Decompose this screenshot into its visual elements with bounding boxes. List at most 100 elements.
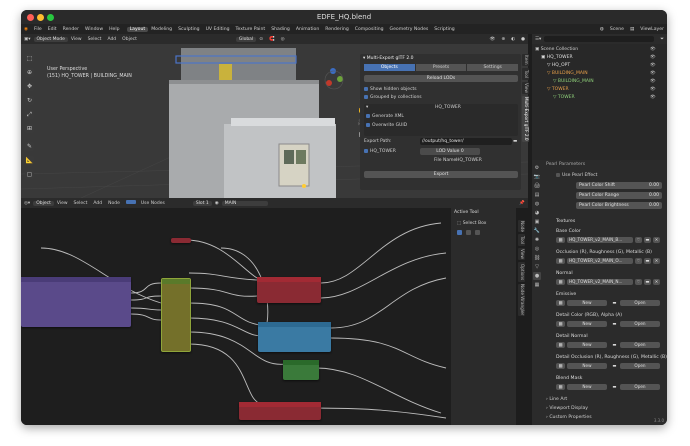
workspace-tab-sculpting[interactable]: Sculpting (175, 27, 202, 32)
outliner-item[interactable]: ▣ HQ_TOWER (541, 54, 573, 61)
measure-tool-icon[interactable]: 📐 (25, 156, 34, 165)
reload-lods-button[interactable]: Reload LODs (364, 75, 518, 82)
node-tab-tool[interactable]: Tool (518, 234, 525, 246)
outliner-item[interactable]: ▽ TOWER (547, 86, 569, 93)
new-texture-button[interactable]: New (567, 321, 607, 327)
grouped-checkbox[interactable]: Grouped by collections (364, 94, 422, 101)
visibility-icon[interactable]: 👁 (487, 37, 499, 42)
fake-user-icon[interactable]: ♡ (635, 279, 642, 285)
overlays-icon[interactable]: ◐ (508, 37, 518, 42)
select-subtract-icon[interactable] (475, 230, 480, 235)
transform-orientation-dropdown[interactable]: Global (235, 36, 257, 42)
new-texture-button[interactable]: New (567, 384, 607, 390)
props-tab-world-icon[interactable]: ◕ (533, 209, 541, 217)
snap-icon[interactable]: 🧲 (266, 37, 278, 42)
workspace-tab-rendering[interactable]: Rendering (322, 27, 351, 32)
texture-name-field[interactable]: HQ_TOWER_v2_MAIN_O... (567, 258, 633, 264)
props-tab-view-layer-icon[interactable]: ▤ (533, 191, 541, 199)
workspace-tab-layout[interactable]: Layout (126, 26, 149, 32)
viewport-menu-select[interactable]: Select (85, 37, 105, 42)
workspace-tab-modeling[interactable]: Modeling (148, 27, 175, 32)
visibility-eye-icon[interactable]: 👁 (650, 70, 656, 77)
lod-value-field[interactable]: LOD Value 0 (420, 148, 480, 155)
visibility-eye-icon[interactable]: 👁 (650, 46, 656, 53)
select-box-tool[interactable]: ⬚ Select Box (457, 220, 486, 227)
slot-dropdown[interactable]: Slot 1 (192, 200, 212, 206)
workspace-tab-compositing[interactable]: Compositing (352, 27, 387, 32)
node-editor-canvas[interactable] (21, 208, 451, 425)
viewport-menu-add[interactable]: Add (104, 37, 119, 42)
fake-user-icon[interactable]: ♡ (635, 237, 642, 243)
node-texture-red-1[interactable] (257, 277, 321, 303)
node-principled-blue[interactable] (258, 322, 331, 352)
viewport-tab-tool[interactable]: Tool (522, 68, 529, 80)
texture-browse-icon[interactable]: ▩ (556, 279, 565, 285)
folder-icon[interactable]: ▬ (611, 321, 618, 327)
props-tab-object-icon[interactable]: ▣ (533, 218, 541, 226)
pivot-icon[interactable]: ⊙ (256, 37, 266, 42)
node-menu-view[interactable]: View (54, 201, 71, 206)
node-editor-type-icon[interactable]: ◎▾ (21, 201, 33, 206)
export-button[interactable]: Export (364, 171, 518, 178)
outliner-editor-icon[interactable]: ☰▾ (532, 37, 544, 42)
props-tab-output-icon[interactable]: 🖨 (533, 182, 541, 190)
node-green[interactable] (283, 360, 319, 380)
pearl-parameters-header[interactable]: Pearl Parameters (546, 161, 585, 168)
open-texture-button[interactable]: Open (620, 342, 660, 348)
tab-presets[interactable]: Presets (415, 64, 467, 71)
visibility-eye-icon[interactable]: 👁 (650, 54, 656, 61)
props-tab-material-icon[interactable]: ● (533, 272, 541, 280)
menu-window[interactable]: Window (82, 27, 106, 32)
select-tool-icon[interactable]: ⬚ (25, 54, 34, 63)
outliner-item[interactable]: ▽ BUILDING_MAIN (553, 78, 594, 85)
pearl-field[interactable]: Pearl Color Range 0.00 (576, 192, 662, 199)
menu-help[interactable]: Help (106, 27, 122, 32)
select-set-icon[interactable] (457, 230, 462, 235)
panel-viewport-display[interactable]: › Viewport Display (546, 405, 588, 412)
outliner-item[interactable]: ▣ Scene Collection (535, 46, 578, 53)
open-texture-button[interactable]: Open (620, 300, 660, 306)
menu-render[interactable]: Render (60, 27, 82, 32)
material-browse-icon[interactable]: ◉ (212, 201, 222, 206)
viewport-tab-view[interactable]: View (522, 82, 529, 94)
use-pearl-checkbox[interactable]: Use Pearl Effect (556, 172, 597, 179)
panel-custom-properties[interactable]: › Custom Properties (546, 414, 592, 421)
props-tab-particles-icon[interactable]: ✺ (533, 236, 541, 244)
folder-icon[interactable]: ▬ (644, 237, 651, 243)
cursor-tool-icon[interactable]: ⊕ (25, 68, 34, 77)
shader-type-dropdown[interactable]: Object (33, 200, 54, 206)
node-texture-red-2[interactable] (239, 402, 321, 420)
node-tab-node-wrangler[interactable]: Node Wrangler (518, 284, 525, 316)
collection-row[interactable]: ▾ HQ_TOWER (366, 104, 516, 111)
node-mix-group[interactable] (161, 278, 191, 352)
folder-icon[interactable]: ▬ (611, 363, 618, 369)
move-tool-icon[interactable]: ✥ (25, 82, 34, 91)
scale-tool-icon[interactable]: ⤢ (25, 110, 34, 119)
item-checkbox[interactable]: HQ_TOWER (364, 148, 396, 155)
node-menu-node[interactable]: Node (105, 201, 123, 206)
props-tab-render-icon[interactable]: 📷 (533, 173, 541, 181)
close-window-button[interactable] (27, 14, 34, 21)
unlink-icon[interactable]: ✕ (653, 279, 660, 285)
outliner-item[interactable]: ▽ TOWER (553, 94, 575, 101)
scene-selector[interactable]: Scene (607, 27, 627, 32)
open-texture-button[interactable]: Open (620, 321, 660, 327)
viewport-menu-view[interactable]: View (68, 37, 85, 42)
tab-settings[interactable]: Settings (467, 64, 519, 71)
active-tool-header[interactable]: Active Tool (454, 209, 479, 216)
fake-user-icon[interactable]: ♡ (635, 258, 642, 264)
props-tab-tool-icon[interactable]: ⚙ (533, 164, 541, 172)
visibility-eye-icon[interactable]: 👁 (650, 62, 656, 69)
folder-icon[interactable]: ▬ (513, 138, 517, 145)
visibility-eye-icon[interactable]: 👁 (650, 86, 656, 93)
texture-browse-icon[interactable]: ▩ (556, 342, 565, 348)
props-tab-physics-icon[interactable]: ◎ (533, 245, 541, 253)
unlink-icon[interactable]: ✕ (653, 258, 660, 264)
add-cube-tool-icon[interactable]: ▢ (25, 170, 34, 179)
texture-name-field[interactable]: HQ_TOWER_v2_MAIN_B... (567, 237, 633, 243)
node-menu-select[interactable]: Select (71, 201, 91, 206)
workspace-tab-texture-paint[interactable]: Texture Paint (233, 27, 269, 32)
workspace-tab-shading[interactable]: Shading (268, 27, 293, 32)
open-texture-button[interactable]: Open (620, 363, 660, 369)
zoom-window-button[interactable] (47, 14, 54, 21)
